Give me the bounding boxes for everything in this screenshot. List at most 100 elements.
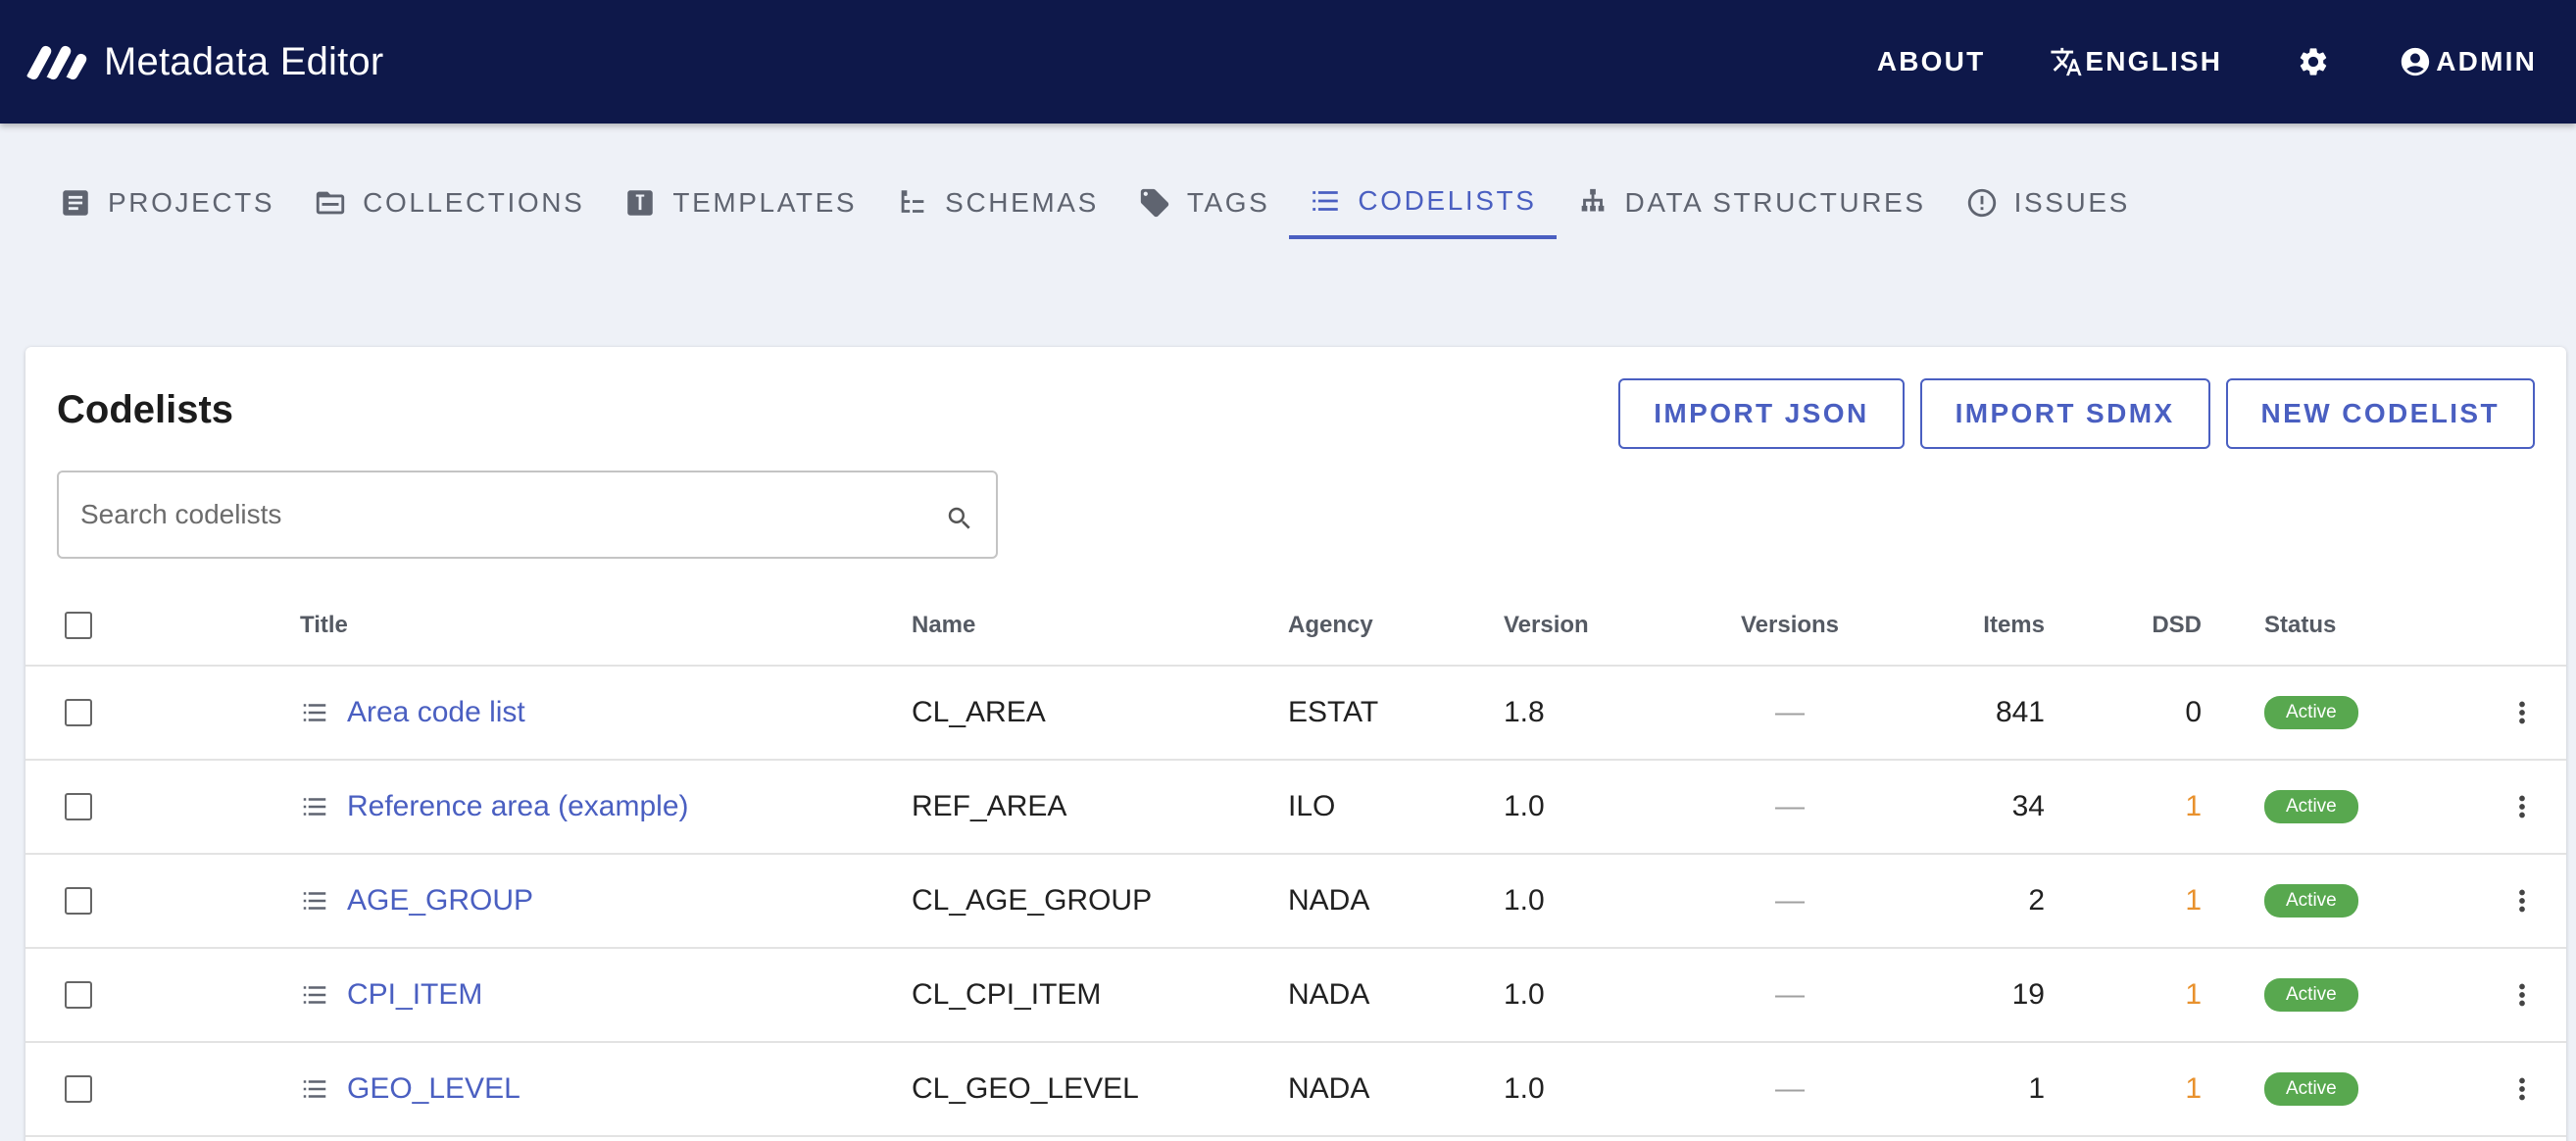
codelist-versions: — xyxy=(1775,696,1805,728)
hierarchy-icon xyxy=(1581,188,1604,212)
status-badge: Active xyxy=(2264,1072,2358,1106)
brand[interactable]: Metadata Editor xyxy=(25,29,383,94)
select-all-checkbox[interactable] xyxy=(65,586,94,665)
codelist-dsd-count[interactable]: 1 xyxy=(2113,855,2202,947)
list-icon xyxy=(1313,191,1339,211)
logo-icon xyxy=(26,45,87,80)
folder-icon xyxy=(316,191,345,215)
codelist-title: CPI_ITEM xyxy=(347,978,483,1011)
tab-label: SCHEMAS xyxy=(945,187,1099,218)
about-button[interactable]: ABOUT xyxy=(1877,46,1986,77)
status-cell: Active xyxy=(2264,949,2358,1041)
row-menu-button[interactable] xyxy=(2505,761,2539,853)
row-checkbox[interactable] xyxy=(65,667,94,759)
tab-projects[interactable]: PROJECTS xyxy=(39,167,294,239)
codelist-dsd-count[interactable]: 1 xyxy=(2113,1043,2202,1135)
import-json-button[interactable]: IMPORT JSON xyxy=(1618,378,1905,449)
row-menu-button[interactable] xyxy=(2505,667,2539,759)
col-title[interactable]: Title xyxy=(300,586,348,665)
codelist-title: AGE_GROUP xyxy=(347,884,534,917)
search-icon[interactable] xyxy=(945,504,974,533)
codelist-title-link[interactable]: CPI_ITEM xyxy=(300,949,482,1041)
tab-label: ISSUES xyxy=(2013,187,2130,218)
tab-data-structures[interactable]: DATA STRUCTURES xyxy=(1557,167,1946,239)
codelist-dsd-count[interactable]: 1 xyxy=(2113,761,2202,853)
codelist-title-link[interactable]: Reference area (example) xyxy=(300,761,689,853)
new-codelist-button[interactable]: NEW CODELIST xyxy=(2225,378,2535,449)
status-badge: Active xyxy=(2264,790,2358,823)
col-status[interactable]: Status xyxy=(2264,586,2336,665)
tab-templates[interactable]: TEMPLATES xyxy=(604,167,876,239)
tab-collections[interactable]: COLLECTIONS xyxy=(294,167,604,239)
user-menu-button[interactable]: ADMIN xyxy=(2399,45,2537,78)
table-row[interactable]: Area code list CL_AREA ESTAT 1.8 — 841 0… xyxy=(25,667,2566,761)
row-checkbox[interactable] xyxy=(65,761,94,853)
status-badge: Active xyxy=(2264,884,2358,918)
col-version[interactable]: Version xyxy=(1504,586,1589,665)
tab-label: PROJECTS xyxy=(108,187,275,218)
table-row[interactable]: Reference area (example) REF_AREA ILO 1.… xyxy=(25,761,2566,855)
status-cell: Active xyxy=(2264,1043,2358,1135)
status-cell: Active xyxy=(2264,855,2358,947)
codelist-title: Area code list xyxy=(347,696,525,728)
schema-tree-icon xyxy=(901,190,924,213)
page-title: Codelists xyxy=(57,388,234,431)
tab-label: COLLECTIONS xyxy=(363,187,585,218)
col-items[interactable]: Items xyxy=(1937,586,2045,665)
more-vert-icon xyxy=(2519,889,2525,913)
codelist-versions: — xyxy=(1775,1072,1805,1105)
table-row[interactable]: CPI_ITEM CL_CPI_ITEM NADA 1.0 — 19 1 Act… xyxy=(25,949,2566,1043)
codelist-items-count: 19 xyxy=(2011,978,2045,1011)
codelists-table: Title Name Agency Version Versions Items… xyxy=(25,586,2566,1137)
status-badge: Active xyxy=(2264,696,2358,729)
codelist-title-link[interactable]: Area code list xyxy=(300,667,525,759)
row-checkbox[interactable] xyxy=(65,855,94,947)
codelist-title-link[interactable]: GEO_LEVEL xyxy=(300,1043,520,1135)
row-menu-button[interactable] xyxy=(2505,855,2539,947)
table-row[interactable]: GEO_LEVEL CL_GEO_LEVEL NADA 1.0 — 1 1 Ac… xyxy=(25,1043,2566,1137)
codelist-version: 1.0 xyxy=(1504,1072,1545,1105)
codelist-name: REF_AREA xyxy=(912,790,1067,822)
list-icon xyxy=(303,798,326,816)
row-checkbox[interactable] xyxy=(65,1043,94,1135)
codelist-agency: ESTAT xyxy=(1288,696,1379,728)
tab-codelists[interactable]: CODELISTS xyxy=(1289,167,1557,239)
tab-schemas[interactable]: SCHEMAS xyxy=(876,167,1118,239)
status-badge: Active xyxy=(2264,978,2358,1012)
col-name[interactable]: Name xyxy=(912,586,975,665)
tab-issues[interactable]: ISSUES xyxy=(1946,167,2150,239)
import-sdmx-button[interactable]: IMPORT SDMX xyxy=(1919,378,2210,449)
document-icon xyxy=(63,190,88,216)
account-circle-icon xyxy=(2402,47,2430,76)
col-agency[interactable]: Agency xyxy=(1288,586,1373,665)
col-dsd[interactable]: DSD xyxy=(2113,586,2202,665)
card-actions: IMPORT JSON IMPORT SDMX NEW CODELIST xyxy=(1603,378,2535,449)
table-row[interactable]: AGE_GROUP CL_AGE_GROUP NADA 1.0 — 2 1 Ac… xyxy=(25,855,2566,949)
search-input[interactable] xyxy=(80,499,945,530)
row-checkbox[interactable] xyxy=(65,949,94,1041)
row-menu-button[interactable] xyxy=(2505,949,2539,1041)
codelist-dsd-count[interactable]: 1 xyxy=(2113,949,2202,1041)
more-vert-icon xyxy=(2519,701,2525,724)
list-icon xyxy=(303,704,326,721)
more-vert-icon xyxy=(2519,795,2525,819)
codelist-title-link[interactable]: AGE_GROUP xyxy=(300,855,533,947)
tab-tags[interactable]: TAGS xyxy=(1118,167,1290,239)
tab-label: TEMPLATES xyxy=(672,187,858,218)
codelist-dsd-count: 0 xyxy=(2185,696,2202,728)
alert-circle-icon xyxy=(1967,188,1996,218)
col-versions[interactable]: Versions xyxy=(1692,586,1888,665)
codelist-items-count: 2 xyxy=(2028,884,2045,917)
codelists-card: Codelists IMPORT JSON IMPORT SDMX NEW CO… xyxy=(25,347,2566,1141)
tab-label: CODELISTS xyxy=(1358,185,1537,216)
admin-label: ADMIN xyxy=(2436,46,2537,76)
language-button[interactable]: ENGLISH xyxy=(2050,45,2222,78)
codelist-title: Reference area (example) xyxy=(347,790,689,822)
language-label: ENGLISH xyxy=(2085,46,2223,76)
codelist-versions: — xyxy=(1775,790,1805,822)
codelist-version: 1.0 xyxy=(1504,884,1545,917)
translate-icon xyxy=(2051,47,2082,76)
row-menu-button[interactable] xyxy=(2505,1043,2539,1135)
status-cell: Active xyxy=(2264,761,2358,853)
settings-button[interactable] xyxy=(2297,45,2330,78)
